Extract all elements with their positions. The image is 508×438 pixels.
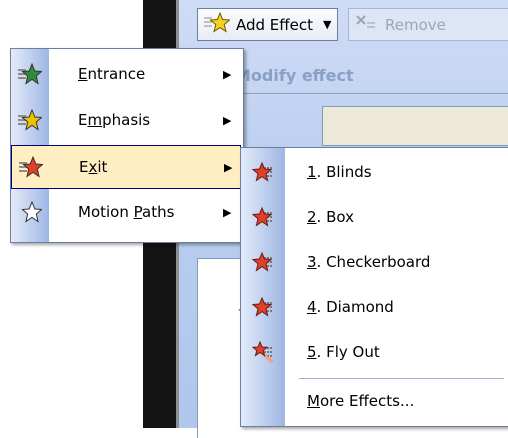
exit-effect-label: 2. Box (307, 208, 354, 226)
exit-effect-label: 3. Checkerboard (307, 253, 431, 271)
menu-item-label: Exit (79, 158, 108, 176)
entrance-star-icon (18, 63, 42, 87)
remove-button[interactable]: Remove (348, 8, 508, 41)
emphasis-star-icon (18, 109, 42, 133)
menu-separator (299, 378, 504, 379)
submenu-arrow-icon: ▶ (224, 161, 233, 174)
exit-star-icon (19, 156, 43, 180)
submenu-arrow-icon: ▶ (223, 68, 232, 81)
menu-item-entrance[interactable]: Entrance ▶ (11, 53, 241, 97)
add-effect-star-icon (204, 11, 231, 38)
exit-star-icon (252, 296, 276, 320)
exit-effect-item[interactable]: 4. Diamond (241, 286, 507, 331)
exit-star-icon (252, 251, 276, 275)
menu-item-exit[interactable]: Exit ▶ (11, 145, 241, 189)
menu-item-label: Entrance (78, 65, 146, 83)
menu-item-emphasis[interactable]: Emphasis ▶ (11, 99, 241, 143)
add-effect-label: Add Effect (236, 15, 313, 34)
exit-star-icon (252, 206, 276, 230)
fly-out-star-icon (252, 341, 276, 365)
exit-effect-label: 1. Blinds (307, 163, 372, 181)
exit-submenu: 1. Blinds 2. Box 3. Checkerboard 4. Diamond… (240, 147, 508, 427)
exit-effect-label: 4. Diamond (307, 298, 394, 316)
submenu-arrow-icon: ▶ (223, 114, 232, 127)
exit-effect-item[interactable]: 3. Checkerboard (241, 241, 507, 286)
exit-star-icon (252, 161, 276, 185)
remove-label: Remove (385, 15, 446, 34)
exit-effect-item[interactable]: 5. Fly Out (241, 331, 507, 376)
more-effects-item[interactable]: More Effects... (241, 380, 507, 425)
more-effects-label: More Effects... (307, 392, 415, 410)
start-field[interactable] (322, 106, 508, 146)
motion-paths-star-icon (18, 201, 42, 225)
submenu-arrow-icon: ▶ (223, 206, 232, 219)
exit-effect-label: 5. Fly Out (307, 343, 380, 361)
remove-icon (355, 13, 377, 37)
modify-effect-heading: Modify effect (235, 66, 354, 85)
menu-item-label: Motion Paths (78, 203, 175, 221)
menu-item-label: Emphasis (78, 111, 151, 129)
heading-rule (232, 93, 508, 94)
exit-effect-item[interactable]: 2. Box (241, 196, 507, 241)
exit-effect-item[interactable]: 1. Blinds (241, 151, 507, 196)
add-effect-button[interactable]: Add Effect ▼ (197, 8, 338, 41)
chevron-down-icon: ▼ (322, 18, 332, 31)
add-effect-menu: Entrance ▶ Emphasis ▶ Exit ▶ Motion Paths ▶ (10, 48, 244, 243)
menu-item-motion-paths[interactable]: Motion Paths ▶ (11, 191, 241, 235)
